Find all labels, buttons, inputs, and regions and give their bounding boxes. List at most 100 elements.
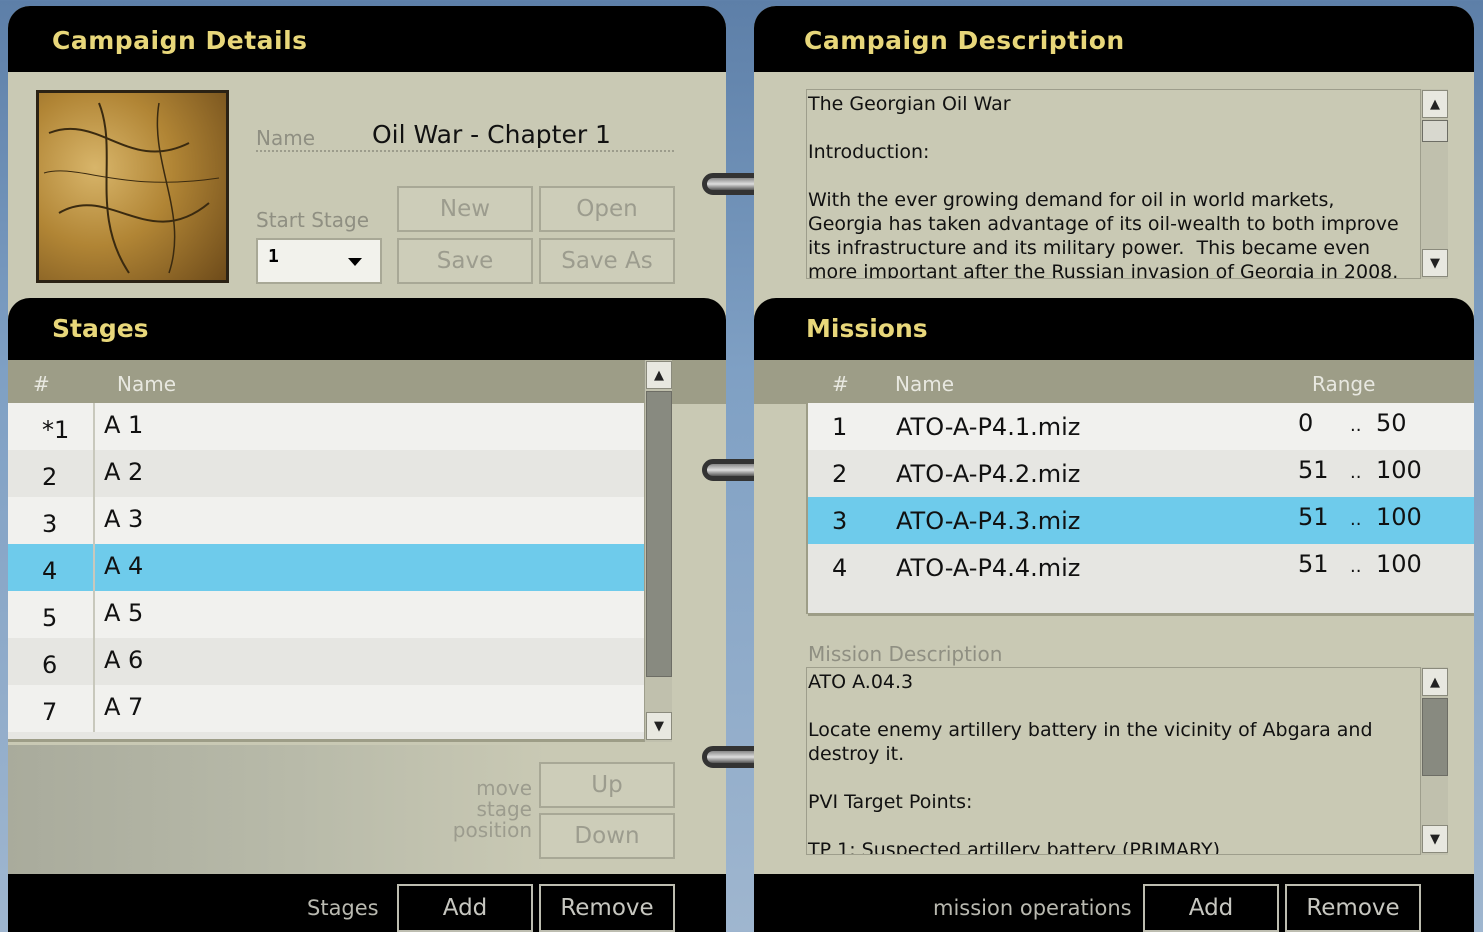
- stages-col-divider: [93, 638, 95, 685]
- mission-range-sep: ..: [1350, 462, 1362, 483]
- table-row[interactable]: 3 A 3: [8, 497, 644, 544]
- missions-col-name: Name: [895, 372, 955, 396]
- stages-col-divider: [93, 450, 95, 497]
- stage-number: 2: [42, 463, 58, 491]
- stage-name: A 3: [104, 505, 144, 533]
- move-up-button[interactable]: Up: [539, 762, 675, 808]
- table-row[interactable]: 5 A 5: [8, 591, 644, 638]
- start-stage-value: 1: [268, 246, 279, 267]
- stage-name: A 7: [104, 693, 144, 721]
- stages-col-divider: [93, 544, 95, 591]
- campaign-map-thumbnail: [36, 90, 229, 283]
- stages-col-num: #: [33, 372, 50, 396]
- missions-empty-row: [808, 590, 1474, 616]
- scroll-up-button[interactable]: ▲: [1422, 90, 1448, 118]
- campaign-description-text[interactable]: The Georgian Oil War Introduction: With …: [806, 89, 1421, 279]
- scroll-down-button[interactable]: ▼: [1422, 825, 1448, 853]
- scroll-thumb[interactable]: [1422, 120, 1448, 142]
- name-underline: [256, 150, 674, 152]
- chevron-down-icon: [348, 258, 362, 266]
- missions-col-num: #: [832, 372, 849, 396]
- new-button[interactable]: New: [397, 186, 533, 232]
- mission-range-to: 100: [1376, 503, 1422, 531]
- missions-header: Missions: [754, 298, 1474, 360]
- stages-col-divider: [93, 364, 95, 400]
- mission-number: 2: [832, 460, 848, 488]
- table-row[interactable]: 2 ATO-A-P4.2.miz 51.. 100: [808, 450, 1474, 497]
- mission-range-from: 51: [1298, 503, 1329, 531]
- campaign-details-header: Campaign Details: [8, 6, 726, 72]
- stages-scrollbar[interactable]: ▲ ▼: [644, 360, 672, 742]
- table-row[interactable]: 4 A 4: [8, 544, 644, 591]
- description-scrollbar[interactable]: ▲ ▼: [1420, 89, 1448, 279]
- mission-range-to: 100: [1376, 550, 1422, 578]
- stage-name: A 2: [104, 458, 144, 486]
- stage-number: 3: [42, 510, 58, 538]
- mission-range-to: 50: [1376, 409, 1407, 437]
- mission-range-sep: ..: [1350, 556, 1362, 577]
- mission-name: ATO-A-P4.1.miz: [896, 413, 1081, 441]
- scroll-thumb[interactable]: [1422, 698, 1448, 776]
- stages-col-divider: [93, 685, 95, 732]
- mission-name: ATO-A-P4.2.miz: [896, 460, 1081, 488]
- table-row[interactable]: 3 ATO-A-P4.3.miz 51.. 100: [808, 497, 1474, 544]
- campaign-name-value[interactable]: Oil War - Chapter 1: [372, 120, 611, 149]
- save-button[interactable]: Save: [397, 238, 533, 284]
- scroll-down-button[interactable]: ▼: [646, 712, 672, 740]
- mission-range-from: 51: [1298, 550, 1329, 578]
- stages-footer-label: Stages: [307, 896, 379, 920]
- stages-col-divider: [93, 403, 95, 450]
- missions-grid-header: # Name Range: [754, 360, 1474, 404]
- stages-grid-header: # Name: [8, 360, 726, 404]
- stage-number: 6: [42, 651, 58, 679]
- stages-col-name: Name: [117, 372, 177, 396]
- mission-description-label: Mission Description: [808, 642, 1003, 666]
- mission-number: 1: [832, 413, 848, 441]
- mission-range-sep: ..: [1350, 415, 1362, 436]
- stage-number: 4: [42, 557, 58, 585]
- mission-operations-label: mission operations: [933, 896, 1132, 920]
- scroll-up-button[interactable]: ▲: [646, 361, 672, 389]
- missions-col-range: Range: [1312, 372, 1376, 396]
- stages-header: Stages: [8, 298, 726, 360]
- save-as-button[interactable]: Save As: [539, 238, 675, 284]
- scroll-up-button[interactable]: ▲: [1422, 668, 1448, 696]
- move-down-button[interactable]: Down: [539, 813, 675, 859]
- table-row[interactable]: *1 A 1: [8, 403, 644, 450]
- stage-number: 7: [42, 698, 58, 726]
- table-row[interactable]: 4 ATO-A-P4.4.miz 51.. 100: [808, 544, 1474, 591]
- name-label: Name: [256, 126, 316, 150]
- table-row[interactable]: 1 ATO-A-P4.1.miz 0.. 50: [808, 403, 1474, 450]
- table-row[interactable]: 6 A 6: [8, 638, 644, 685]
- open-button[interactable]: Open: [539, 186, 675, 232]
- stage-name: A 4: [104, 552, 144, 580]
- stages-col-divider: [93, 591, 95, 638]
- remove-stage-button[interactable]: Remove: [539, 884, 675, 932]
- add-stage-button[interactable]: Add: [397, 884, 533, 932]
- stage-number: *1: [42, 416, 70, 444]
- remove-mission-button[interactable]: Remove: [1285, 884, 1421, 932]
- stage-name: A 5: [104, 599, 144, 627]
- mission-range-sep: ..: [1350, 509, 1362, 530]
- mission-range-from: 0: [1298, 409, 1314, 437]
- start-stage-label: Start Stage: [256, 208, 370, 232]
- mission-name: ATO-A-P4.3.miz: [896, 507, 1081, 535]
- scroll-down-button[interactable]: ▼: [1422, 249, 1448, 277]
- stages-col-divider: [93, 497, 95, 544]
- map-sketch-icon: [43, 102, 220, 274]
- mission-range-from: 51: [1298, 456, 1329, 484]
- table-row[interactable]: 7 A 7: [8, 685, 644, 732]
- table-row[interactable]: 2 A 2: [8, 450, 644, 497]
- start-stage-select[interactable]: 1: [256, 238, 382, 284]
- stage-number: 5: [42, 604, 58, 632]
- add-mission-button[interactable]: Add: [1143, 884, 1279, 932]
- mission-name: ATO-A-P4.4.miz: [896, 554, 1081, 582]
- mission-description-scrollbar[interactable]: ▲ ▼: [1420, 667, 1448, 855]
- partial-row: [8, 732, 644, 742]
- stage-name: A 6: [104, 646, 144, 674]
- scroll-thumb[interactable]: [646, 391, 672, 677]
- mission-number: 3: [832, 507, 848, 535]
- mission-number: 4: [832, 554, 848, 582]
- mission-range-to: 100: [1376, 456, 1422, 484]
- mission-description-text[interactable]: ATO A.04.3 Locate enemy artillery batter…: [806, 667, 1421, 855]
